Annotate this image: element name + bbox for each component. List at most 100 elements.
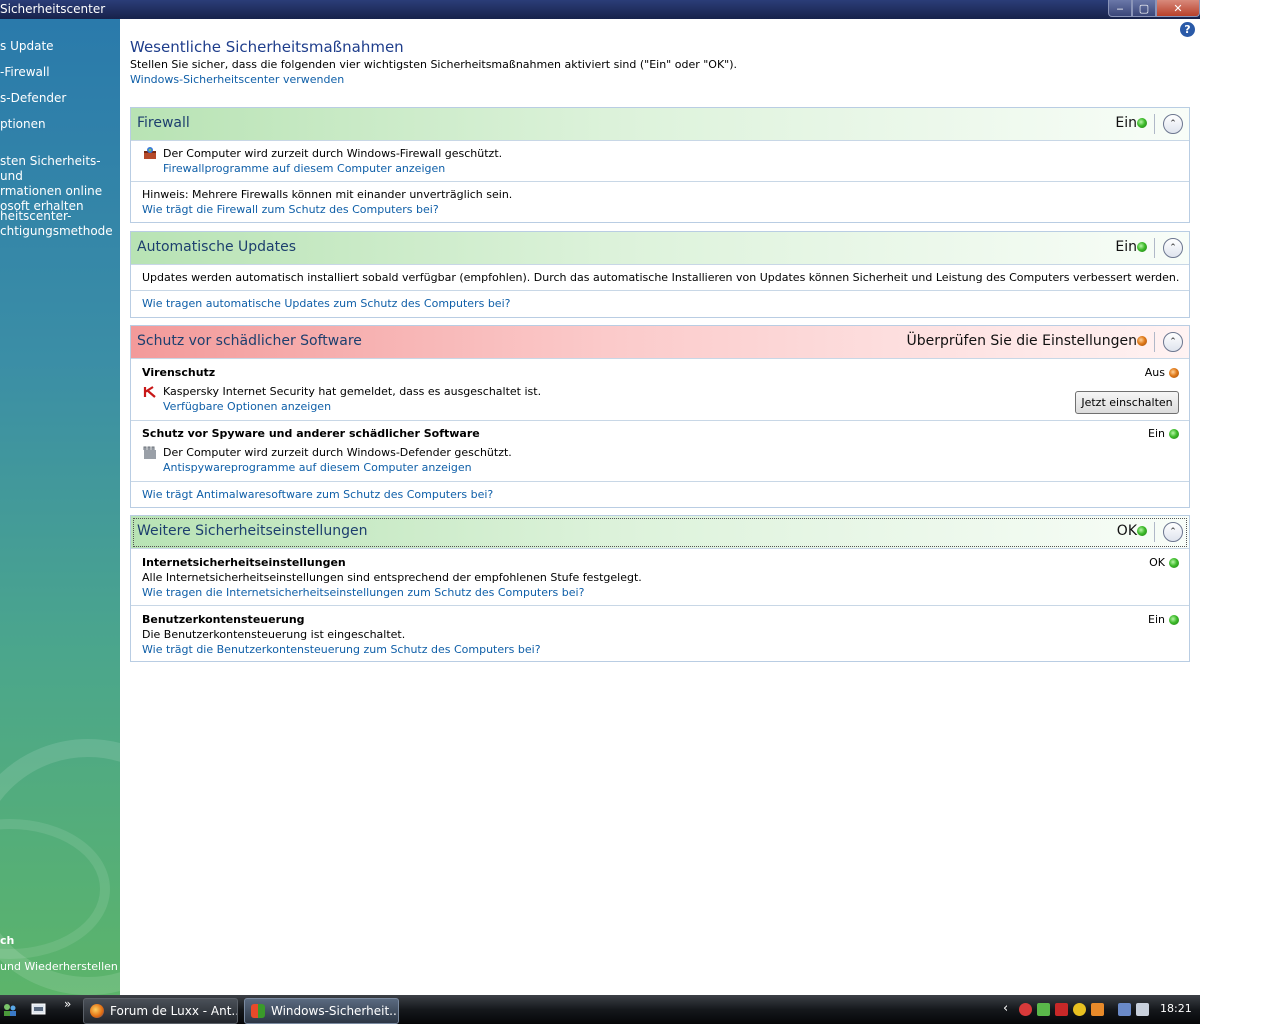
panel-title: Automatische Updates (137, 239, 297, 255)
internet-security-row: Internetsicherheitseinstellungen OK Alle… (131, 549, 1189, 606)
antimalware-help-link[interactable]: Wie trägt Antimalwaresoftware zum Schutz… (142, 488, 493, 501)
quicklaunch-users-icon[interactable] (2, 1002, 17, 1017)
virus-status-text: Aus (1144, 366, 1165, 379)
sidebar-link-windows-update[interactable]: s Update (0, 39, 120, 54)
kaspersky-icon (143, 386, 156, 398)
panel-header-firewall[interactable]: Firewall Ein ⌃ (131, 108, 1189, 141)
status-ok-icon (1169, 558, 1179, 568)
sidebar-link-windows-defender[interactable]: s-Defender (0, 91, 120, 106)
sidebar-link-notification-method[interactable]: heitscenter- chtigungsmethode (0, 209, 120, 239)
status-warning-icon (1137, 336, 1147, 346)
taskbar-button-label: Forum de Luxx - Ant... (110, 1004, 238, 1018)
panel-title: Weitere Sicherheitseinstellungen (137, 523, 368, 539)
tray-volume-icon[interactable] (1136, 1003, 1149, 1016)
divider (1154, 332, 1155, 352)
panel-firewall: Firewall Ein ⌃ Der Computer wird zurzeit… (130, 107, 1190, 223)
tray-media-icon[interactable] (1073, 1003, 1086, 1016)
intro-text: Stellen Sie sicher, dass die folgenden v… (130, 58, 738, 71)
screen-margin (1200, 0, 1280, 1024)
collapse-icon[interactable]: ⌃ (1163, 238, 1183, 258)
defender-icon (143, 446, 156, 459)
uac-detail: Die Benutzerkontensteuerung ist eingesch… (142, 628, 406, 641)
taskbar-button-label: Windows-Sicherheit... (271, 1004, 399, 1018)
status-ok-icon (1137, 526, 1147, 536)
spyware-status-text: Ein (1148, 427, 1165, 440)
updates-help-row: Wie tragen automatische Updates zum Schu… (131, 291, 1189, 317)
shield-icon (251, 1004, 265, 1018)
updates-status-row: Updates werden automatisch installiert s… (131, 265, 1189, 291)
divider (1154, 114, 1155, 134)
virus-protection-heading: Virenschutz (142, 366, 216, 379)
internet-security-detail: Alle Internetsicherheitseinstellungen si… (142, 571, 642, 584)
page-title: Wesentliche Sicherheitsmaßnahmen (130, 38, 404, 56)
internet-security-help-link[interactable]: Wie tragen die Internetsicherheitseinste… (142, 586, 584, 599)
taskbar-button-firefox[interactable]: Forum de Luxx - Ant... (83, 998, 238, 1024)
maximize-button[interactable]: ▢ (1132, 0, 1156, 17)
tray-security-alert-icon[interactable] (1019, 1003, 1032, 1016)
antispyware-programs-link[interactable]: Antispywareprogramme auf diesem Computer… (163, 461, 472, 474)
status-ok-icon (1169, 429, 1179, 439)
tray-kaspersky-icon[interactable] (1055, 1003, 1068, 1016)
updates-help-link[interactable]: Wie tragen automatische Updates zum Schu… (142, 297, 510, 310)
status-text: Überprüfen Sie die Einstellungen (906, 333, 1137, 349)
updates-status-text: Updates werden automatisch installiert s… (142, 271, 1180, 284)
taskbar: » Forum de Luxx - Ant... Windows-Sicherh… (0, 995, 1200, 1024)
sidebar-see-also-label: ch (0, 934, 15, 947)
collapse-icon[interactable]: ⌃ (1163, 114, 1183, 134)
uac-heading: Benutzerkontensteuerung (142, 613, 305, 626)
firewall-programs-link[interactable]: Firewallprogramme auf diesem Computer an… (163, 162, 445, 175)
taskbar-clock[interactable]: 18:21 (1160, 1002, 1192, 1015)
panel-title: Schutz vor schädlicher Software (137, 333, 362, 349)
firewall-help-link[interactable]: Wie trägt die Firewall zum Schutz des Co… (142, 203, 439, 216)
panel-malware-protection: Schutz vor schädlicher Software Überprüf… (130, 325, 1190, 508)
window-titlebar: Sicherheitscenter ‒ ▢ ✕ (0, 0, 1200, 19)
spyware-status-detail: Der Computer wird zurzeit durch Windows-… (163, 446, 512, 459)
status-text: OK (1116, 523, 1137, 539)
sidebar-link-windows-firewall[interactable]: -Firewall (0, 65, 120, 80)
firewall-hint-row: Hinweis: Mehrere Firewalls können mit ei… (131, 182, 1189, 222)
intro-link[interactable]: Windows-Sicherheitscenter verwenden (130, 73, 344, 86)
tray-network-icon[interactable] (1118, 1003, 1131, 1016)
status-ok-icon (1137, 242, 1147, 252)
firewall-status-row: Der Computer wird zurzeit durch Windows-… (131, 141, 1189, 182)
taskbar-button-security-center[interactable]: Windows-Sicherheit... (244, 998, 399, 1024)
sidebar-link-security-info-online[interactable]: sten Sicherheits- und rmationen online o… (0, 154, 120, 214)
quicklaunch-chevron[interactable]: » (64, 997, 71, 1011)
firefox-icon (90, 1004, 104, 1018)
tray-tool-icon[interactable] (1091, 1003, 1104, 1016)
spyware-protection-row: Schutz vor Spyware und anderer schädlich… (131, 421, 1189, 482)
turn-on-now-button[interactable]: Jetzt einschalten (1075, 391, 1179, 414)
status-text: Ein (1115, 115, 1137, 131)
task-sidebar: s Update -Firewall s-Defender ptionen st… (0, 19, 120, 995)
uac-help-link[interactable]: Wie trägt die Benutzerkontensteuerung zu… (142, 643, 541, 656)
window-controls: ‒ ▢ ✕ (1108, 0, 1200, 17)
virus-status-detail: Kaspersky Internet Security hat gemeldet… (163, 385, 542, 398)
malware-help-row: Wie trägt Antimalwaresoftware zum Schutz… (131, 482, 1189, 507)
spyware-protection-heading: Schutz vor Spyware und anderer schädlich… (142, 427, 480, 440)
firewall-hint-text: Hinweis: Mehrere Firewalls können mit ei… (142, 188, 513, 201)
status-text: Ein (1115, 239, 1137, 255)
tray-network-users-icon[interactable] (1037, 1003, 1050, 1016)
available-options-link[interactable]: Verfügbare Optionen anzeigen (163, 400, 331, 413)
uac-row: Benutzerkontensteuerung Ein Die Benutzer… (131, 606, 1189, 661)
tray-expand-chevron[interactable]: ‹ (1003, 1001, 1008, 1016)
internet-status-text: OK (1149, 556, 1165, 569)
panel-header-malware[interactable]: Schutz vor schädlicher Software Überprüf… (131, 326, 1189, 359)
status-warning-icon (1169, 368, 1179, 378)
firewall-icon (144, 147, 156, 159)
collapse-icon[interactable]: ⌃ (1163, 332, 1183, 352)
sidebar-link-internet-options[interactable]: ptionen (0, 117, 120, 132)
internet-security-heading: Internetsicherheitseinstellungen (142, 556, 346, 569)
panel-other-security-settings: Weitere Sicherheitseinstellungen OK ⌃ In… (130, 515, 1190, 662)
divider (1154, 522, 1155, 542)
minimize-button[interactable]: ‒ (1108, 0, 1132, 17)
virus-protection-row: Virenschutz Aus Kaspersky Internet Secur… (131, 359, 1189, 421)
quicklaunch-desktop-icon[interactable] (31, 1002, 46, 1017)
status-ok-icon (1137, 118, 1147, 128)
sidebar-link-backup-restore[interactable]: und Wiederherstellen (0, 960, 118, 973)
close-button[interactable]: ✕ (1156, 0, 1200, 17)
panel-header-other[interactable]: Weitere Sicherheitseinstellungen OK ⌃ (131, 516, 1189, 549)
help-icon[interactable]: ? (1180, 22, 1195, 37)
panel-header-updates[interactable]: Automatische Updates Ein ⌃ (131, 232, 1189, 265)
collapse-icon[interactable]: ⌃ (1163, 522, 1183, 542)
